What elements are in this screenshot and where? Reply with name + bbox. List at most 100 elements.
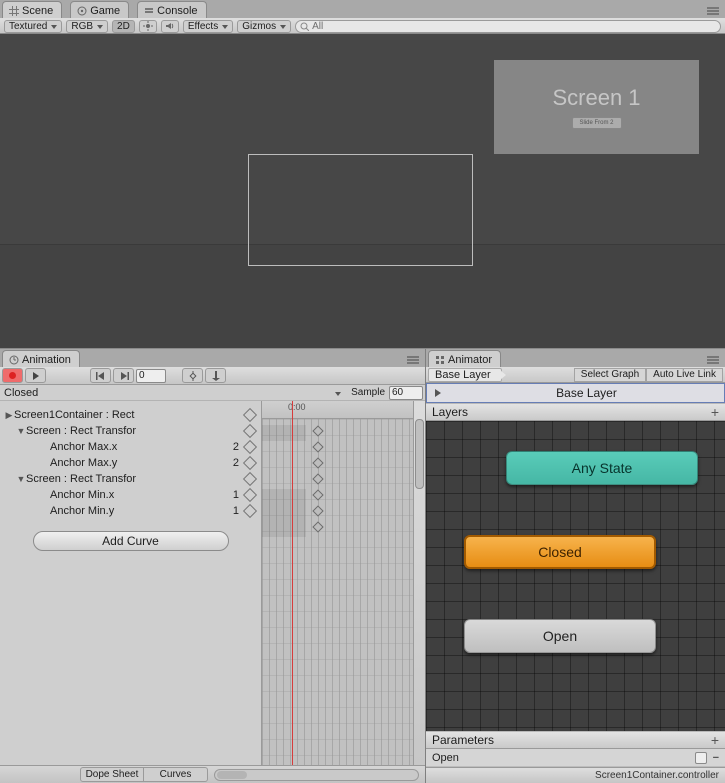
screen-card-title: Screen 1: [552, 85, 640, 111]
panel-menu-icon[interactable]: [403, 353, 423, 367]
play-button[interactable]: [25, 368, 46, 383]
twist-icon[interactable]: ▼: [16, 474, 26, 484]
state-open[interactable]: Open: [464, 619, 656, 653]
panel-menu-icon[interactable]: [703, 4, 723, 18]
scene-tab-bar: Scene Game Console: [0, 0, 725, 18]
animation-toolbar: 0: [0, 367, 425, 385]
keyframe-toggle[interactable]: [243, 440, 257, 454]
property-value[interactable]: 1: [217, 505, 245, 517]
parameter-row[interactable]: Open −: [426, 749, 725, 767]
gizmos-dropdown[interactable]: Gizmos: [237, 20, 291, 33]
keyframe-toggle[interactable]: [243, 472, 257, 486]
button-2d[interactable]: 2D: [112, 20, 135, 33]
animator-panel: Animator Base Layer Select Graph Auto Li…: [426, 349, 725, 783]
property-value[interactable]: 2: [217, 457, 245, 469]
step-back-button[interactable]: [90, 368, 111, 383]
step-forward-button[interactable]: [113, 368, 134, 383]
tab-animation[interactable]: Animation: [2, 350, 80, 367]
property-row[interactable]: ▶Screen1Container : Rect: [0, 407, 261, 423]
frame-field[interactable]: 0: [136, 369, 166, 383]
auto-live-link-button[interactable]: Auto Live Link: [646, 368, 723, 382]
twist-icon[interactable]: ▶: [4, 410, 14, 421]
tab-console[interactable]: Console: [137, 1, 206, 18]
tab-animator-label: Animator: [448, 354, 492, 366]
scene-panel: Scene Game Console Textured RGB 2D: [0, 0, 725, 348]
property-row[interactable]: ▼Screen : Rect Transfor: [0, 471, 261, 487]
animation-timeline[interactable]: 0:00: [262, 401, 425, 765]
curves-tab[interactable]: Curves: [144, 767, 208, 782]
color-mode-label: RGB: [71, 21, 93, 32]
remove-parameter-button[interactable]: −: [713, 752, 719, 764]
keyframe-icon: [188, 371, 198, 381]
add-parameter-button[interactable]: +: [711, 732, 719, 748]
add-event-button[interactable]: [205, 368, 226, 383]
twist-icon[interactable]: ▼: [16, 426, 26, 436]
property-row[interactable]: ▼Screen : Rect Transfor: [0, 423, 261, 439]
state-closed[interactable]: Closed: [464, 535, 656, 569]
clip-dropdown[interactable]: Closed: [2, 386, 351, 400]
keyframe-toggle[interactable]: [243, 504, 257, 518]
keyframe-toggle[interactable]: [243, 488, 257, 502]
dopesheet-tab[interactable]: Dope Sheet: [80, 767, 144, 782]
console-icon: [144, 6, 154, 16]
tab-console-label: Console: [157, 5, 197, 17]
light-toggle-icon[interactable]: [139, 20, 157, 33]
color-mode-dropdown[interactable]: RGB: [66, 20, 108, 33]
property-row[interactable]: Anchor Max.x2: [0, 439, 261, 455]
render-mode-dropdown[interactable]: Textured: [4, 20, 62, 33]
parameter-bool-checkbox[interactable]: [695, 752, 707, 764]
property-row[interactable]: Anchor Min.x1: [0, 487, 261, 503]
current-layer-row[interactable]: Base Layer: [426, 383, 725, 403]
property-row[interactable]: Anchor Min.y1: [0, 503, 261, 519]
state-graph[interactable]: Any State Closed Open: [426, 421, 725, 731]
add-layer-button[interactable]: +: [711, 404, 719, 420]
breadcrumb[interactable]: Base Layer: [428, 368, 502, 382]
timeline-shade: [262, 425, 306, 441]
scene-search-input[interactable]: All: [295, 20, 721, 33]
screen-card-button[interactable]: Slide From 2: [572, 117, 622, 129]
scrollbar-thumb[interactable]: [415, 419, 424, 489]
record-button[interactable]: [2, 368, 23, 383]
effects-label: Effects: [188, 21, 218, 32]
scrollbar-thumb[interactable]: [217, 771, 247, 779]
keyframe-toggle[interactable]: [243, 456, 257, 470]
scene-viewport[interactable]: Screen 1 Slide From 2: [0, 34, 725, 348]
keyframe-toggle[interactable]: [243, 424, 257, 438]
select-graph-button[interactable]: Select Graph: [574, 368, 646, 382]
animation-tab-bar: Animation: [0, 349, 425, 367]
timeline-hscrollbar[interactable]: [214, 769, 419, 781]
tab-animator[interactable]: Animator: [428, 350, 501, 367]
clip-name: Closed: [4, 387, 38, 399]
property-label: Anchor Min.y: [50, 505, 217, 517]
timeline-vscrollbar[interactable]: [413, 401, 425, 765]
panel-menu-icon[interactable]: [703, 353, 723, 367]
clock-icon: [9, 355, 19, 365]
tab-animation-label: Animation: [22, 354, 71, 366]
effects-dropdown[interactable]: Effects: [183, 20, 233, 33]
screen-card[interactable]: Screen 1 Slide From 2: [494, 60, 699, 154]
add-keyframe-button[interactable]: [182, 368, 203, 383]
state-any[interactable]: Any State: [506, 451, 698, 485]
scene-toolbar: Textured RGB 2D Effects Gizmos All: [0, 18, 725, 34]
parameters-header[interactable]: Parameters +: [426, 731, 725, 749]
step-forward-icon: [119, 372, 129, 380]
property-value[interactable]: 1: [217, 489, 245, 501]
animation-subbar: Closed Sample 60: [0, 385, 425, 401]
tab-scene[interactable]: Scene: [2, 1, 62, 18]
add-curve-button[interactable]: Add Curve: [33, 531, 229, 551]
property-row[interactable]: Anchor Max.y2: [0, 455, 261, 471]
event-icon: [212, 371, 220, 381]
tab-scene-label: Scene: [22, 5, 53, 17]
sample-field[interactable]: 60: [389, 386, 423, 400]
timeline-ruler[interactable]: 0:00: [262, 401, 425, 419]
keyframe-toggle[interactable]: [243, 408, 257, 422]
property-label: Screen : Rect Transfor: [26, 473, 217, 485]
layers-header[interactable]: Layers +: [426, 403, 725, 421]
tab-game[interactable]: Game: [70, 1, 129, 18]
property-value[interactable]: 2: [217, 441, 245, 453]
audio-toggle-icon[interactable]: [161, 20, 179, 33]
animation-property-list: ▶Screen1Container : Rect ▼Screen : Rect …: [0, 401, 262, 765]
controller-path: Screen1Container.controller: [595, 770, 719, 781]
playhead[interactable]: [292, 401, 293, 765]
canvas-outline[interactable]: [248, 154, 473, 266]
